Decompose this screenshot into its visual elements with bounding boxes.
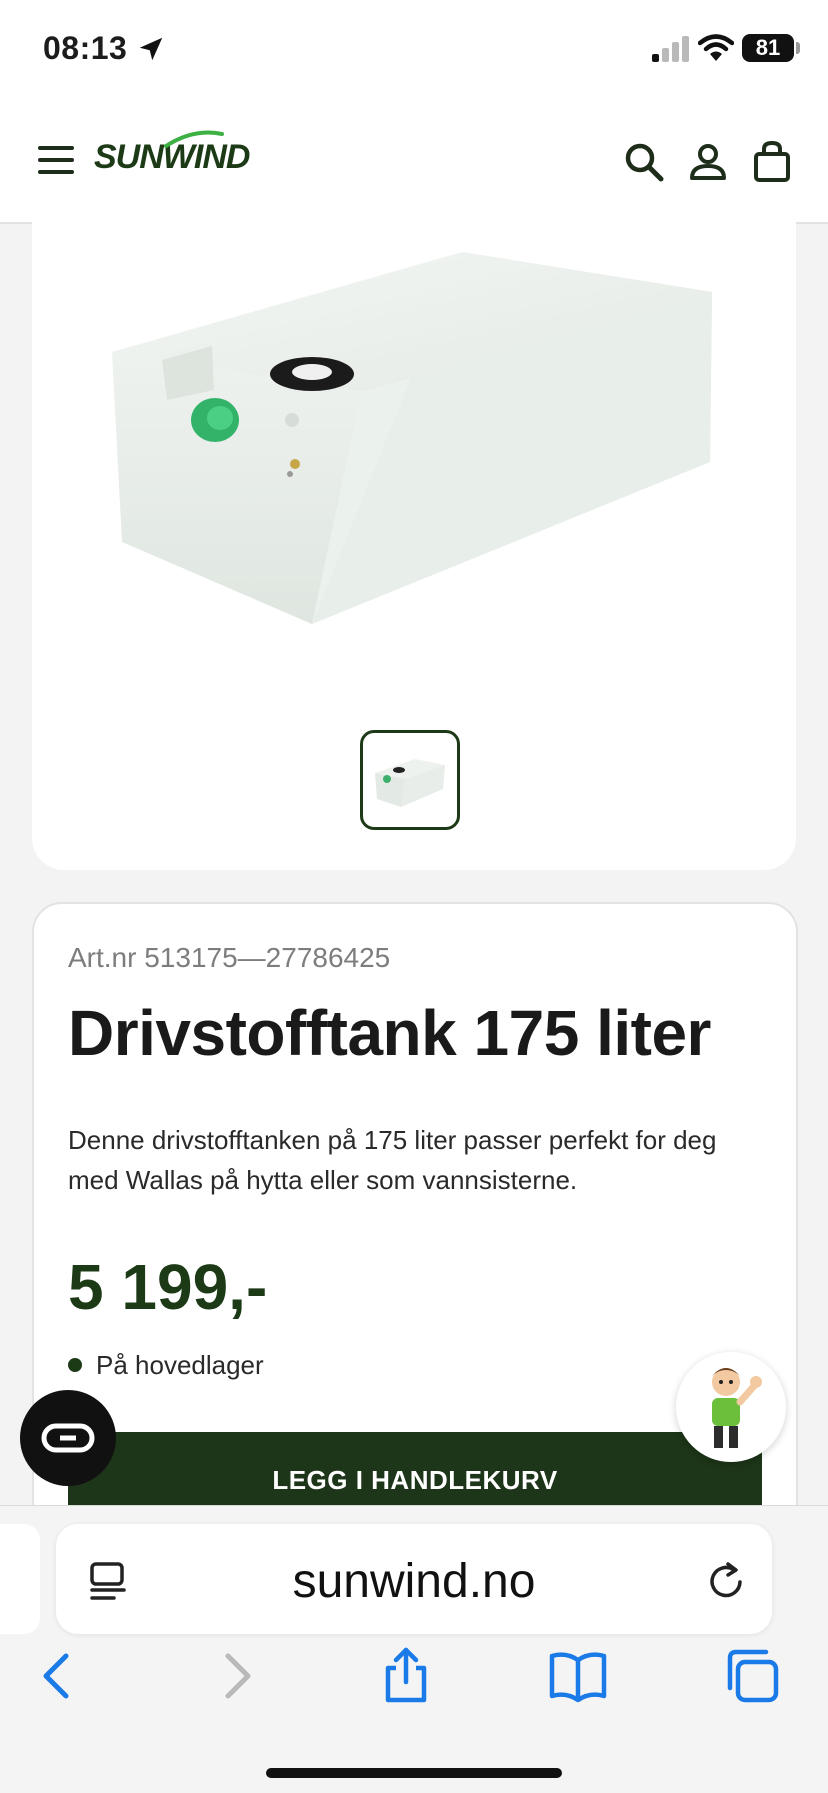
battery-cap [796,42,800,54]
product-description: Denne drivstofftanken på 175 liter passe… [68,1125,717,1195]
user-icon[interactable] [686,140,730,184]
mascot-chat-button[interactable] [676,1352,786,1462]
stock-indicator-icon [68,1358,82,1373]
product-image[interactable] [112,242,752,722]
home-indicator [266,1768,562,1778]
site-header: SUNWIND [0,100,828,224]
reload-icon[interactable] [704,1560,748,1604]
bag-icon[interactable] [750,140,794,184]
status-time: 08:13 [43,30,128,66]
stock-label: På hovedlager [96,1350,264,1380]
thumbnail-image [375,759,445,807]
back-icon[interactable] [28,1646,88,1706]
sunwind-logo[interactable]: SUNWIND [94,130,254,190]
url-text: sunwind.no [292,1555,536,1608]
logo-swoosh-icon [164,130,224,148]
bookmarks-icon[interactable] [548,1646,608,1706]
address-bar[interactable]: sunwind.no [56,1524,772,1634]
stock-status: På hovedlager [68,1350,264,1381]
product-price: 5 199,- [68,1251,268,1323]
previous-tab-peek[interactable] [0,1524,40,1634]
status-bar: 08:13 81 [0,0,828,100]
co-icon [41,1423,95,1453]
product-image-card [32,222,796,870]
search-icon[interactable] [622,140,666,184]
share-icon[interactable] [376,1646,436,1706]
battery-icon: 81 [742,34,794,62]
chat-co-button[interactable] [20,1390,116,1486]
browser-toolbar: sunwind.no [0,1505,828,1793]
product-title: Drivstofftank 175 liter [68,997,711,1069]
wifi-icon [698,34,734,61]
mascot-icon [712,1368,762,1448]
signal-icon [652,36,689,62]
tabs-icon[interactable] [722,1646,782,1706]
forward-icon[interactable] [206,1646,266,1706]
product-thumbnail[interactable] [360,730,460,830]
article-number: Art.nr 513175—27786425 [68,942,391,973]
menu-icon[interactable] [38,146,74,176]
location-arrow-icon [139,37,163,61]
